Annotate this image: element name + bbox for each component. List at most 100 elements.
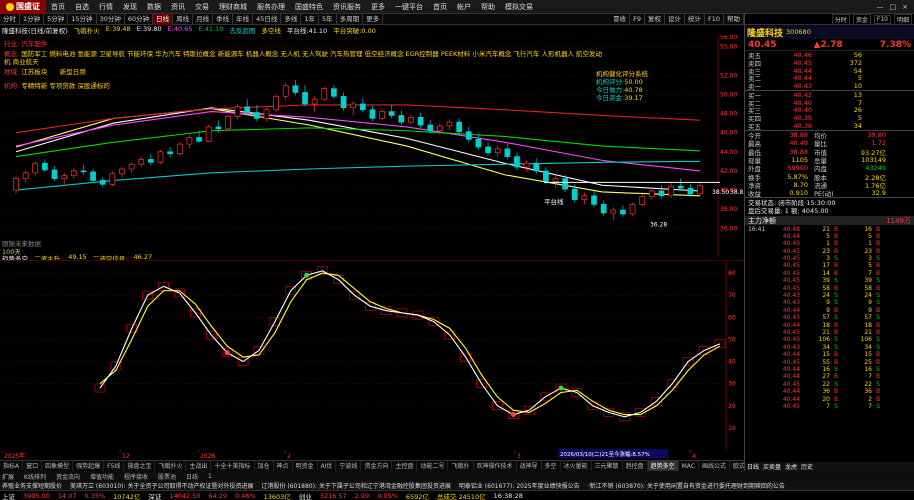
candle-body xyxy=(648,190,655,198)
menu-item[interactable]: 帐户 xyxy=(452,2,476,12)
news-item[interactable]: 辽港股份 (601880): 关于下属子公司和辽宁港湾金融控股集团投资进展 xyxy=(261,481,450,490)
indicator-tab[interactable]: 窗口 xyxy=(23,461,43,471)
window-control-icon[interactable]: □ xyxy=(890,3,897,11)
quote-footer-tab[interactable]: 日线 xyxy=(747,462,759,471)
indicator-tab[interactable]: MAC xyxy=(679,461,699,471)
period-tab[interactable]: 15分钟 xyxy=(68,13,97,25)
period-tab[interactable]: 日线 xyxy=(153,13,174,25)
function-button[interactable]: 资金流向 xyxy=(56,472,80,481)
period-tab[interactable]: 月线 xyxy=(193,13,214,25)
period-tab[interactable]: 多线 xyxy=(281,13,302,25)
indicator-tab[interactable]: 战神导 xyxy=(517,461,542,471)
indicator-tab[interactable]: 主战出 xyxy=(186,461,212,471)
menu-item[interactable]: 国盛特色 xyxy=(290,2,328,12)
period-tab[interactable]: 5分钟 xyxy=(44,13,69,25)
indicator-tab[interactable]: 十全十美指标 xyxy=(211,461,255,471)
indicator-tab[interactable]: 欢神操作技术 xyxy=(474,461,517,471)
period-tab[interactable]: 30分钟 xyxy=(97,13,125,25)
function-button[interactable]: 程序接收 xyxy=(124,472,148,481)
chart-tool-button[interactable]: 复权 xyxy=(645,13,665,25)
indicator-tab[interactable]: 加仓 xyxy=(255,461,274,471)
menu-item[interactable]: 理财商城 xyxy=(214,2,252,12)
menu-item[interactable]: 服务办理 xyxy=(252,2,290,12)
menu-item[interactable]: 更多 xyxy=(366,2,390,12)
period-tab[interactable]: 季线 xyxy=(213,13,234,25)
menu-item[interactable]: 模拟交易 xyxy=(500,2,538,12)
indicator-tab[interactable]: 画线公式 xyxy=(699,461,730,471)
period-tab[interactable]: 年线 xyxy=(233,13,254,25)
indicator-tab[interactable]: 飞蛾扑 xyxy=(448,461,474,471)
indicator-tab[interactable]: 欧式控盘 xyxy=(730,461,744,471)
asks-level[interactable]: 卖一 40.43 10 xyxy=(745,82,914,91)
window-control-icon[interactable]: — xyxy=(877,3,884,11)
function-button[interactable]: 增值功能 xyxy=(90,472,114,481)
quote-footer-tab[interactable]: 历史 xyxy=(801,462,813,471)
period-tab[interactable]: 1年 xyxy=(301,13,320,25)
chart-tool-button[interactable]: 帮助 xyxy=(724,13,744,25)
indicator-tab[interactable]: 趋控盘 xyxy=(623,461,648,471)
indicator-tab[interactable]: 多空 xyxy=(542,461,561,471)
function-button[interactable]: 扩展 xyxy=(2,472,14,481)
period-tab[interactable]: 多周期 xyxy=(337,13,364,25)
ma-indicator-name[interactable]: 飞蛾扑火 xyxy=(74,25,100,35)
indicator-tab[interactable]: 强势起爆 xyxy=(73,461,105,471)
menu-item[interactable]: 资讯服务 xyxy=(328,2,366,12)
chart-tool-button[interactable]: F9 xyxy=(630,13,645,25)
indicator-tab[interactable]: 四象模型 xyxy=(42,461,74,471)
period-tab[interactable]: 5年 xyxy=(319,13,337,25)
indicator-tab[interactable]: 资金方向 xyxy=(361,461,393,471)
news-item[interactable]: ·新江不销 (603870): 关于使用闲置自有资金进行委托理财到期赎回的公告 xyxy=(588,481,785,490)
indicator-tab[interactable]: 明资金 xyxy=(293,461,318,471)
period-tab[interactable]: 45日线 xyxy=(253,13,282,25)
chart-tool-button[interactable]: F10 xyxy=(705,13,724,25)
menu-item[interactable]: 首页 xyxy=(428,2,452,12)
news-item[interactable]: 明泰铝业 (601677): 2025年度业绩快报公告 xyxy=(459,481,580,490)
function-button[interactable]: K线排列 xyxy=(24,472,46,481)
news-item[interactable]: 美琪万立 (603010): 关于全资子公司取得不动产权证暨对外投资进展 xyxy=(70,481,253,490)
function-button[interactable]: 1 xyxy=(208,473,212,480)
bids-level[interactable]: 买五 40.38 34 xyxy=(745,122,914,131)
period-tab[interactable]: 1分钟 xyxy=(20,13,45,25)
menu-item[interactable]: 资讯 xyxy=(166,2,190,12)
quote-tab[interactable]: 资金 xyxy=(852,13,871,25)
quote-tab[interactable]: 明细 xyxy=(893,13,912,25)
period-tab[interactable]: 60分钟 xyxy=(125,13,154,25)
menu-item[interactable]: 一键平台 xyxy=(390,2,428,12)
news-item[interactable]: 养殖业务支撑短期股价 xyxy=(2,481,62,490)
indicator-tab[interactable]: 冰火量能 xyxy=(561,461,592,471)
quote-footer-tab[interactable]: 买卖盘 xyxy=(763,462,781,471)
chart-tool-button[interactable]: 冒收 xyxy=(610,13,631,25)
quote-footer-tab[interactable]: 龙虎 xyxy=(785,462,797,471)
window-control-icon[interactable]: × xyxy=(902,3,908,11)
oscillator-chart[interactable]: 80 70 60 50 40 30 20 10 2025年 12 2026 2 3 4 2026/03/10… xyxy=(0,260,744,460)
menu-item[interactable]: 数据 xyxy=(142,2,166,12)
menu-item[interactable]: 行情 xyxy=(94,2,118,12)
indicator-tab[interactable]: 飞蛾扑火 xyxy=(155,461,187,471)
period-tab[interactable]: 周线 xyxy=(173,13,194,25)
period-tab[interactable]: 分时 xyxy=(0,13,20,25)
quote-tab[interactable]: 分时 xyxy=(831,13,850,25)
indicator-tab[interactable]: 操盘之宝 xyxy=(124,461,156,471)
function-button[interactable]: 股票池 xyxy=(158,472,176,481)
indicator-tab[interactable]: 主控盘 xyxy=(392,461,418,471)
tick-trades[interactable]: 16:41 40.48 21 B 16 B 40.44 5 B 5 B 40.45 1 B 1 B 40.45 2… xyxy=(745,225,914,410)
indicator-tab[interactable]: 宁波线 xyxy=(336,461,362,471)
indicator-tab[interactable]: 动能二号 xyxy=(417,461,449,471)
menu-item[interactable]: 发现 xyxy=(118,2,142,12)
quote-tab[interactable]: F10 xyxy=(873,14,891,24)
menu-item[interactable]: 帮助 xyxy=(476,2,500,12)
menu-item[interactable]: 交易 xyxy=(190,2,214,12)
menu-item[interactable]: 首页 xyxy=(46,2,70,12)
function-button[interactable]: 日线 xyxy=(186,472,198,481)
chart-tool-button[interactable]: 统计 xyxy=(685,13,705,25)
menu-item[interactable]: 自选 xyxy=(70,2,94,12)
chart-tool-button[interactable]: 设计 xyxy=(665,13,685,25)
indicator-tab[interactable]: 趋势多空 xyxy=(647,461,679,471)
indicator-tab[interactable]: AI优 xyxy=(318,461,337,471)
indicator-tab[interactable]: 神点 xyxy=(274,461,293,471)
candlestick-chart[interactable]: 56.00 55.00 52.00 50.00 48.00 46.00 44.00 42.00… xyxy=(0,35,744,260)
period-tab[interactable]: 更多 xyxy=(363,13,384,25)
indicator-tab[interactable]: 三元聚散 xyxy=(592,461,623,471)
indicator-tab[interactable]: 指标A xyxy=(0,461,24,471)
indicator-tab[interactable]: F5线 xyxy=(104,461,125,471)
